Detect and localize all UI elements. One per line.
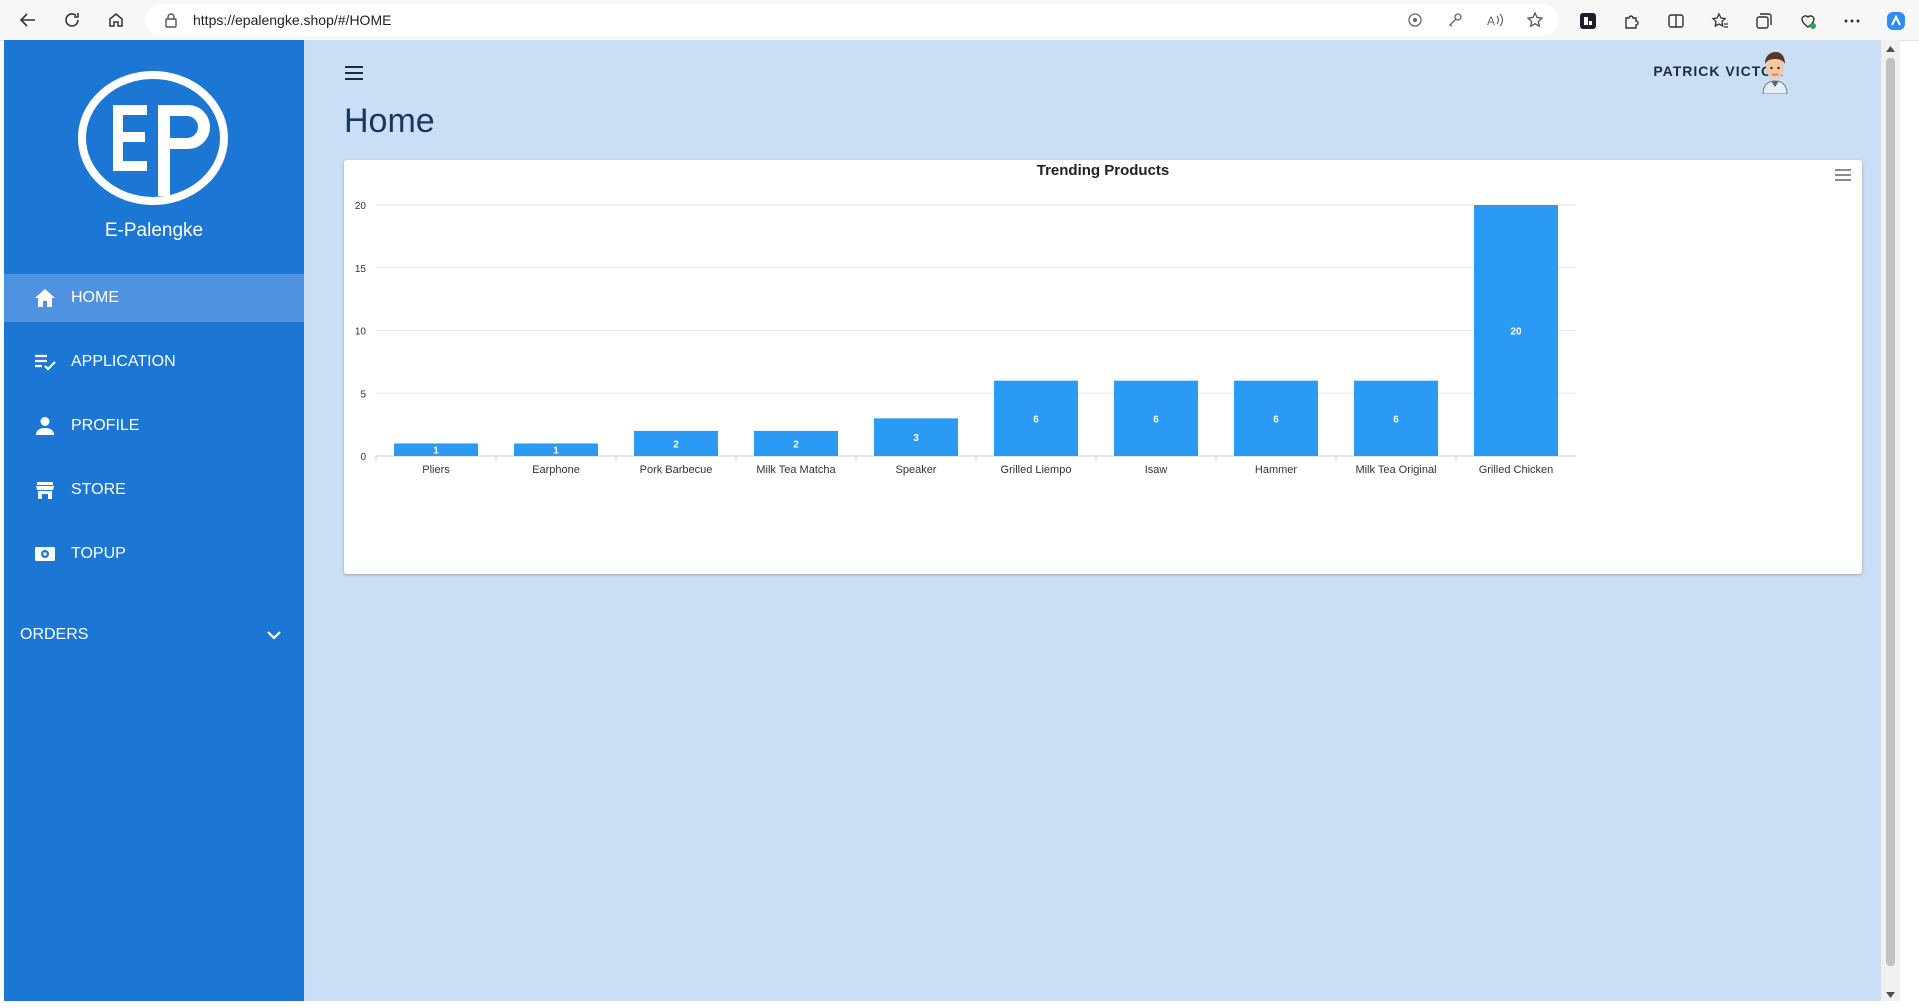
more-options-icon[interactable]: [1840, 9, 1864, 33]
data-label: 1: [553, 446, 559, 457]
extensions-puzzle-icon[interactable]: [1620, 9, 1644, 33]
cash-icon: [33, 542, 57, 566]
ep-logo[interactable]: [76, 70, 230, 206]
url-text[interactable]: https://epalengke.shop/#/HOME: [193, 12, 391, 28]
sidebar-item-topup[interactable]: TOPUP: [4, 530, 304, 578]
svg-text:A: A: [1487, 14, 1495, 28]
data-label: 2: [793, 439, 799, 450]
person-icon: [33, 414, 57, 438]
home-icon: [33, 286, 57, 310]
extension-app-icon[interactable]: [1576, 9, 1600, 33]
orders-group-toggle[interactable]: ORDERS: [4, 611, 304, 659]
chart-title: Trending Products: [1037, 162, 1170, 179]
sidebar-item-store[interactable]: STORE: [4, 466, 304, 514]
data-label: 6: [1393, 414, 1399, 425]
trending-products-chart: Trending Products 0 5 10 15 20 1 Pliers 1 Earpho…: [344, 160, 1862, 574]
performance-icon[interactable]: [1796, 9, 1820, 33]
data-label: 6: [1033, 414, 1039, 425]
home-browser-icon[interactable]: [102, 6, 130, 34]
scroll-up-icon[interactable]: [1884, 44, 1897, 54]
chevron-down-icon: [262, 623, 286, 647]
x-tick-label: Earphone: [532, 464, 580, 476]
orders-label: ORDERS: [20, 626, 89, 643]
x-tick-label: Pliers: [422, 464, 450, 476]
read-aloud-icon[interactable]: A: [1485, 10, 1505, 30]
y-tick-label: 5: [360, 389, 366, 400]
sidebar-item-label: HOME: [71, 289, 119, 306]
sidebar-item-profile[interactable]: PROFILE: [4, 402, 304, 450]
page-scrollbar[interactable]: [1881, 40, 1900, 1008]
data-label: 3: [913, 433, 919, 444]
favorite-star-icon[interactable]: [1525, 10, 1545, 30]
sidebar-item-label: PROFILE: [71, 417, 140, 434]
browser-toolbar: https://epalengke.shop/#/HOME A: [0, 0, 1919, 41]
y-tick-label: 0: [360, 452, 366, 463]
playlist-check-icon: [33, 350, 57, 374]
brand-name: E-Palengke: [104, 220, 204, 241]
data-label: 1: [433, 446, 439, 457]
app-container: E-Palengke HOME APPLICATION PROFILE STOR…: [4, 40, 1900, 1008]
x-tick-label: Grilled Chicken: [1479, 464, 1554, 476]
data-label: 20: [1510, 327, 1522, 338]
window-bottom-edge: [0, 1001, 1919, 1008]
lock-icon[interactable]: [161, 10, 181, 30]
data-label: 6: [1273, 414, 1279, 425]
x-tick-label: Isaw: [1145, 464, 1168, 476]
y-tick-label: 20: [355, 201, 367, 212]
x-tick-label: Hammer: [1255, 464, 1298, 476]
sidebar-item-home[interactable]: HOME: [4, 274, 304, 322]
avatar[interactable]: [1758, 46, 1792, 95]
sidebar-item-label: APPLICATION: [71, 353, 176, 370]
scroll-down-icon[interactable]: [1884, 990, 1897, 1000]
favorites-icon[interactable]: [1708, 9, 1732, 33]
data-label: 2: [673, 439, 679, 450]
menu-toggle-icon[interactable]: [340, 59, 368, 87]
chart-menu-icon[interactable]: [1834, 168, 1852, 182]
x-tick-label: Milk Tea Original: [1355, 464, 1436, 476]
data-label: 6: [1153, 414, 1159, 425]
refresh-icon[interactable]: [58, 6, 86, 34]
collections-icon[interactable]: [1752, 9, 1776, 33]
y-tick-label: 10: [355, 327, 367, 338]
page-title: Home: [344, 102, 435, 140]
store-icon: [33, 478, 57, 502]
bar-chart: Trending Products 0 5 10 15 20 1 Pliers 1 Earpho…: [355, 162, 1576, 476]
x-tick-label: Pork Barbecue: [640, 464, 713, 476]
address-bar[interactable]: https://epalengke.shop/#/HOME A: [145, 4, 1558, 36]
sidebar-item-label: TOPUP: [71, 545, 126, 562]
location-icon[interactable]: [1405, 10, 1425, 30]
y-tick-label: 15: [355, 264, 367, 275]
x-tick-label: Speaker: [896, 464, 937, 476]
key-icon[interactable]: [1445, 10, 1465, 30]
back-icon[interactable]: [14, 6, 42, 34]
sidebar: E-Palengke HOME APPLICATION PROFILE STOR…: [4, 40, 304, 1008]
scrollbar-thumb[interactable]: [1886, 58, 1895, 966]
copilot-icon[interactable]: [1884, 9, 1908, 33]
sidebar-item-label: STORE: [71, 481, 126, 498]
x-tick-label: Grilled Liempo: [1001, 464, 1072, 476]
split-screen-icon[interactable]: [1664, 9, 1688, 33]
sidebar-item-application[interactable]: APPLICATION: [4, 338, 304, 386]
x-tick-label: Milk Tea Matcha: [756, 464, 836, 476]
